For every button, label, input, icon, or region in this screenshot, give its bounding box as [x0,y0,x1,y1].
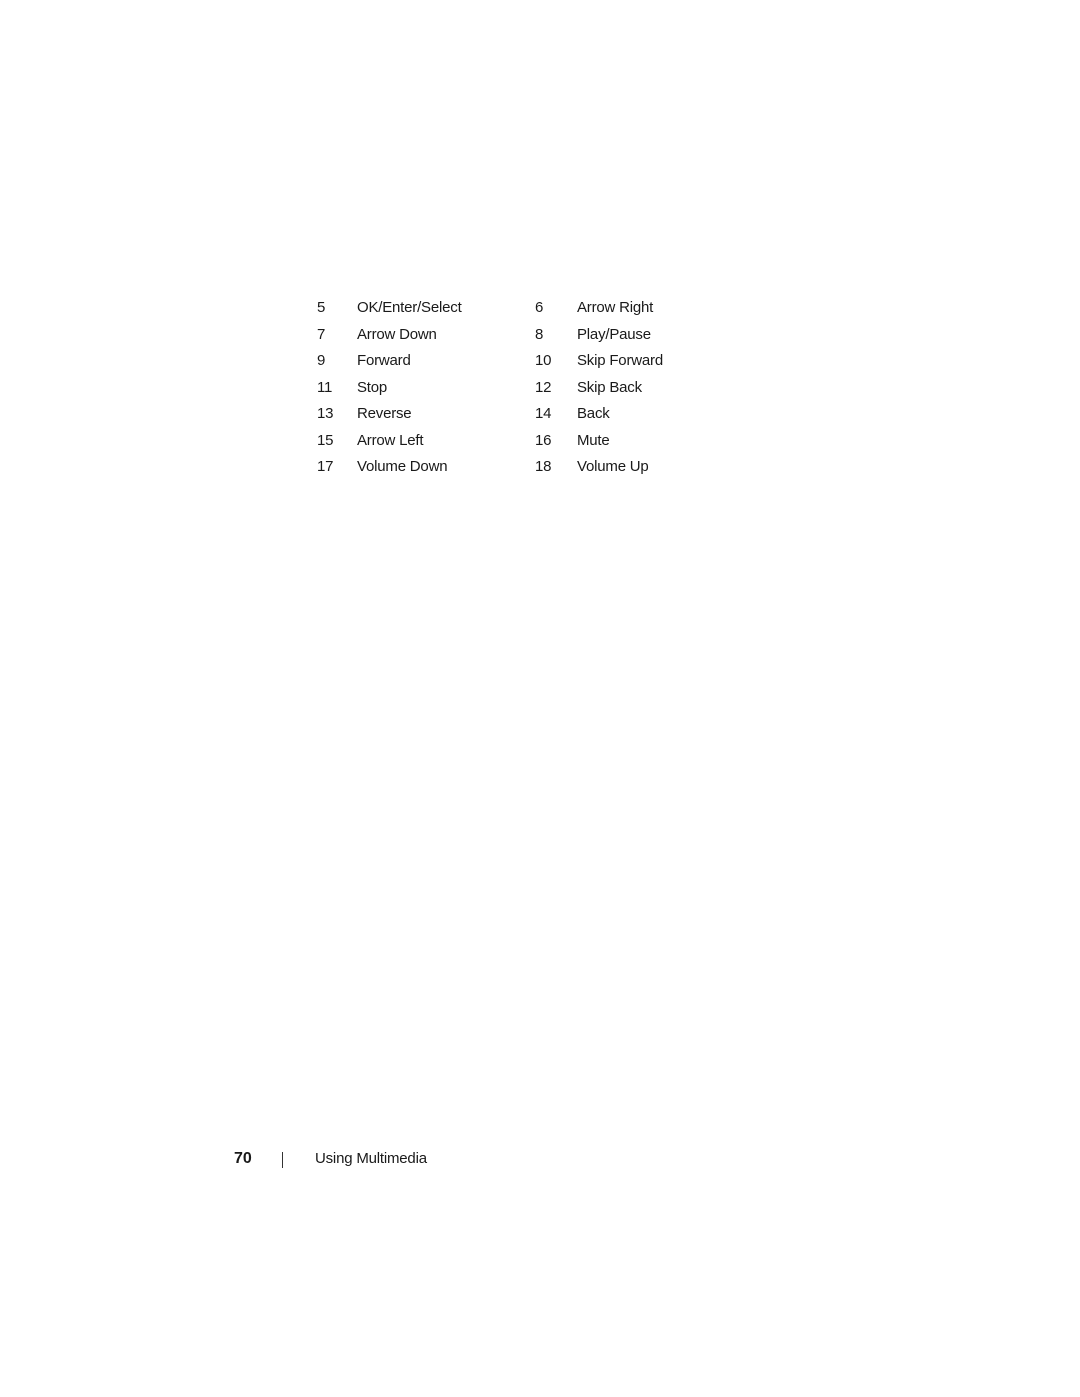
item-label: Stop [357,378,388,396]
item-label: Skip Forward [577,352,663,369]
item-label: Skip Back [577,378,642,396]
item-number: 17 [317,458,334,475]
item-number: 15 [317,431,334,449]
item-label: Mute [577,431,610,449]
item-label: Volume Down [357,458,448,475]
item-number: 16 [535,431,552,449]
item-label: Reverse [357,405,412,422]
item-number: 12 [535,378,552,396]
item-label: Arrow Left [357,431,424,449]
item-number: 10 [535,352,552,369]
item-label: Play/Pause [577,325,651,343]
item-number: 18 [535,458,552,475]
section-title: Using Multimedia [315,1150,427,1167]
item-number: 5 [317,299,326,316]
item-label: Forward [357,352,411,369]
item-number: 9 [317,352,326,369]
item-number: 14 [535,405,552,422]
item-label: Back [577,405,610,422]
page-number: 70 [234,1150,252,1167]
footer-separator [282,1152,283,1168]
item-number: 13 [317,405,334,422]
item-number: 7 [317,325,326,343]
item-label: Volume Up [577,458,649,475]
item-number: 6 [535,299,544,316]
item-label: Arrow Down [357,325,437,343]
item-number: 11 [317,378,333,396]
item-label: Arrow Right [577,299,654,316]
item-number: 8 [535,325,544,343]
item-label: OK/Enter/Select [357,299,462,316]
